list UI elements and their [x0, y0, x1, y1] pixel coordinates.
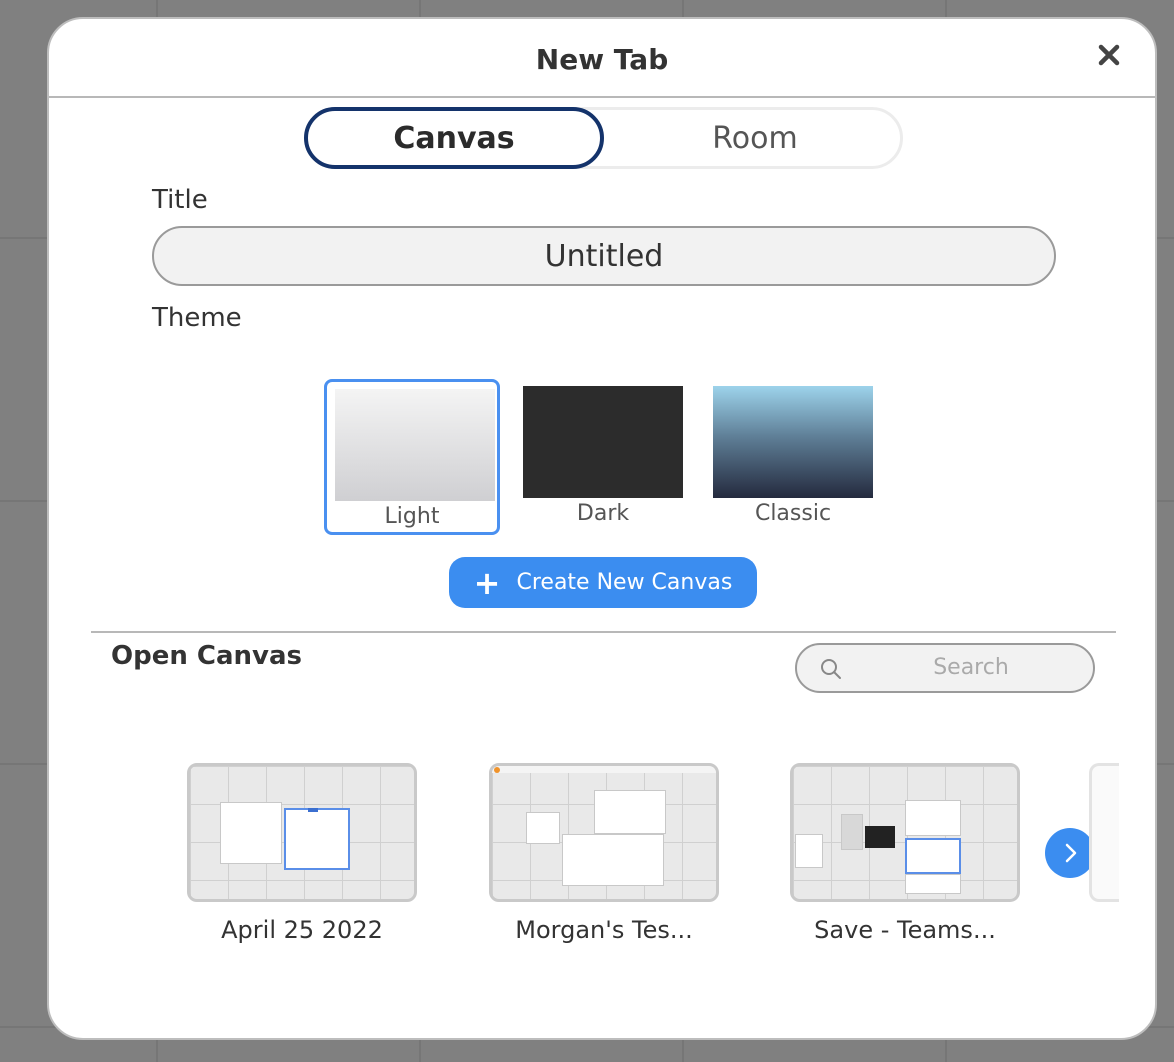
- theme-dark-label: Dark: [576, 501, 630, 526]
- canvas-item[interactable]: April 25 2022: [187, 763, 417, 944]
- canvas-item-label: April 25 2022: [221, 916, 383, 944]
- tab-room[interactable]: Room: [605, 107, 905, 169]
- title-input[interactable]: [152, 226, 1056, 286]
- theme-light[interactable]: Light: [324, 379, 500, 535]
- search-icon: [821, 659, 841, 679]
- canvas-item-label: Morgan's Tes...: [515, 916, 693, 944]
- dialog-header: New Tab: [49, 19, 1155, 98]
- create-button-label: Create New Canvas: [516, 570, 733, 595]
- theme-classic-label: Classic: [754, 501, 832, 526]
- open-canvas-title: Open Canvas: [111, 641, 303, 671]
- canvas-thumbnail: [187, 763, 417, 902]
- theme-light-swatch: [335, 389, 495, 501]
- search-input[interactable]: Search: [795, 643, 1095, 693]
- close-icon: [1098, 44, 1120, 66]
- canvas-item-partial[interactable]: [1089, 763, 1119, 902]
- search-placeholder: Search: [933, 655, 1009, 680]
- new-tab-dialog: New Tab Canvas Room Title Theme Light Da…: [47, 17, 1157, 1040]
- canvas-thumbnail: [790, 763, 1020, 902]
- canvas-item[interactable]: Save - Teams...: [790, 763, 1020, 944]
- theme-light-label: Light: [384, 504, 440, 529]
- theme-classic-swatch: [713, 386, 873, 498]
- canvas-thumbnail: [489, 763, 719, 902]
- theme-dark[interactable]: Dark: [515, 379, 691, 535]
- chevron-right-icon: [1065, 843, 1077, 863]
- plus-icon: +: [473, 563, 501, 602]
- section-divider: [91, 631, 1116, 633]
- tab-canvas[interactable]: Canvas: [304, 107, 604, 169]
- title-label: Title: [152, 185, 208, 215]
- create-new-canvas-button[interactable]: + Create New Canvas: [449, 557, 757, 608]
- canvas-item[interactable]: Morgan's Tes...: [489, 763, 719, 944]
- dialog-title: New Tab: [535, 43, 669, 76]
- close-button[interactable]: [1091, 37, 1127, 73]
- theme-dark-swatch: [523, 386, 683, 498]
- theme-label: Theme: [152, 303, 242, 333]
- next-page-button[interactable]: [1045, 828, 1095, 878]
- canvas-item-label: Save - Teams...: [814, 916, 996, 944]
- theme-classic[interactable]: Classic: [705, 379, 881, 535]
- canvas-room-toggle: Canvas Room: [304, 107, 903, 169]
